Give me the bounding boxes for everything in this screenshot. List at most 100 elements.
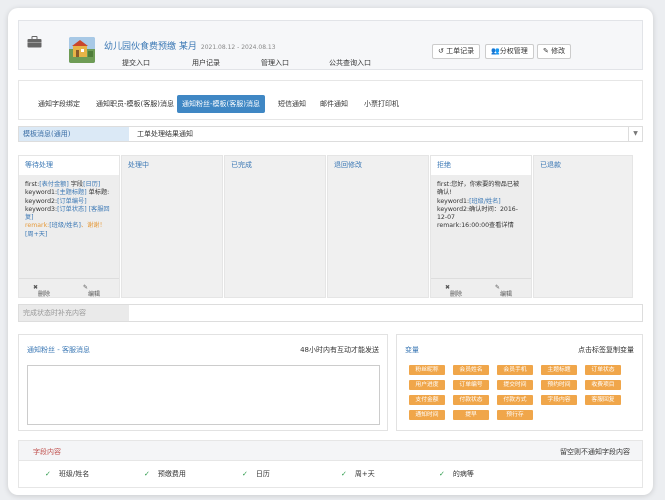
field-checkbox[interactable]: ✓ 预缴费用 xyxy=(144,469,186,479)
panel-hint: 48小时内有互动才能发送 xyxy=(300,346,379,354)
message-line: keyword1:[主题标题] 单标题: xyxy=(25,189,110,197)
variable-tag[interactable]: 付款状态 xyxy=(453,395,489,405)
status-column-rejected: 拒绝 first:您好，你索要的物品已被确认! keyword1:[班级/姓名] k… xyxy=(430,155,532,298)
column-title: 等待处理 xyxy=(25,161,53,169)
panel-title: 通知粉丝 - 客服消息 xyxy=(27,346,90,354)
variable-tag[interactable]: 会员姓名 xyxy=(453,365,489,375)
variable-tag[interactable]: 提交时间 xyxy=(497,380,533,390)
message-line: first:您好，你索要的物品已被确认! xyxy=(437,181,520,197)
tab-notify-staff[interactable]: 通知职员-模板(客服)消息 xyxy=(91,95,179,113)
panel-hint: 点击标签复制变量 xyxy=(578,346,634,354)
chevron-down-icon[interactable]: ▼ xyxy=(628,127,642,141)
column-title: 处理中 xyxy=(128,161,149,169)
message-line: remark:[班级/姓名]、谢谢！[周+天] xyxy=(25,222,106,238)
status-column-refunded: 已退款 xyxy=(533,155,633,298)
field-checkbox[interactable]: ✓ 周+天 xyxy=(341,469,375,479)
history-icon: ↺ xyxy=(438,47,447,55)
tab-field-binding[interactable]: 通知字段绑定 xyxy=(33,95,85,113)
column-title: 已退款 xyxy=(540,161,561,169)
field-content-section: 字段内容 留空则不通知字段内容 ✓ 班级/姓名 ✓ 预缴费用 ✓ 日历 ✓ 周+天 ✓ 的… xyxy=(18,440,643,488)
supplement-label: 完成状态时补充内容 xyxy=(19,305,129,321)
section-title: 字段内容 xyxy=(33,448,61,456)
status-column-processing: 处理中 xyxy=(121,155,223,298)
check-icon: ✓ xyxy=(242,470,248,478)
page-header: 幼儿园伙食费预缴 某月 2021.08.12 - 2024.08.13 提交入口 … xyxy=(18,20,643,70)
tab-receipt-printer[interactable]: 小票打印机 xyxy=(359,95,404,113)
message-line: keyword1:[班级/姓名] xyxy=(437,197,501,205)
variable-tag[interactable]: 支付金额 xyxy=(409,395,445,405)
edit-template-button[interactable]: ✎ 编辑 xyxy=(83,284,100,298)
message-preview: first:[表付金额] 字段[日历] keyword1:[主题标题] 单标题: k… xyxy=(19,175,119,280)
message-preview xyxy=(225,175,325,280)
variable-tag[interactable]: 订单状态 xyxy=(585,365,621,375)
edit-button[interactable]: ✎ 修改 xyxy=(537,44,572,59)
check-icon: ✓ xyxy=(144,470,150,478)
check-icon: ✓ xyxy=(439,470,445,478)
template-label: 模板消息(通用) xyxy=(19,127,129,141)
template-select-row[interactable]: 模板消息(通用) 工单处理结果通知 ▼ xyxy=(18,126,643,142)
tab-sms[interactable]: 短信通知 xyxy=(273,95,311,113)
section-hint: 留空则不通知字段内容 xyxy=(560,448,630,456)
variable-tag[interactable]: 会员手机 xyxy=(497,365,533,375)
message-line: remark:16:00:00查看详情 xyxy=(437,222,514,230)
variable-tag[interactable]: 收费项目 xyxy=(585,380,621,390)
message-line: keyword3:[订单状态] [客服回复] xyxy=(25,205,110,222)
project-thumbnail xyxy=(69,37,95,63)
date-range: 2021.08.12 - 2024.08.13 xyxy=(200,44,276,51)
check-icon: ✓ xyxy=(45,470,51,478)
column-title: 退回修改 xyxy=(334,161,362,169)
column-title: 已完成 xyxy=(231,161,252,169)
variable-tag[interactable]: 主题标题 xyxy=(541,365,577,375)
message-preview xyxy=(328,175,428,280)
nav-admin[interactable]: 管理入口 xyxy=(261,58,289,68)
delete-button[interactable]: ✖ 删除 xyxy=(33,284,50,298)
template-value[interactable]: 工单处理结果通知 xyxy=(137,127,193,141)
variable-tag[interactable]: 付款方式 xyxy=(497,395,533,405)
message-textarea[interactable] xyxy=(27,365,380,425)
nav-user-records[interactable]: 用户记录 xyxy=(192,58,220,68)
notify-fans-panel: 通知粉丝 - 客服消息 48小时内有互动才能发送 xyxy=(18,334,388,431)
variable-tag[interactable]: 订单编号 xyxy=(453,380,489,390)
variables-panel: 变量 点击标签复制变量 粉丝昵称 会员姓名 会员手机 主题标题 订单状态用户进度 订单编号… xyxy=(396,334,643,431)
message-preview xyxy=(122,175,222,280)
field-checkbox[interactable]: ✓ 的病等 xyxy=(439,469,474,479)
supplement-row[interactable]: 完成状态时补充内容 xyxy=(18,304,643,322)
edit-icon: ✎ xyxy=(543,47,552,55)
ticket-records-button[interactable]: ↺ 工单记录 xyxy=(432,44,481,59)
variable-tag[interactable]: 粉丝昵称 xyxy=(409,365,445,375)
column-title: 拒绝 xyxy=(437,161,451,169)
variable-tag[interactable]: 用户进度 xyxy=(409,380,445,390)
check-icon: ✓ xyxy=(341,470,347,478)
variable-tag[interactable]: 提早 xyxy=(453,410,489,420)
delete-button[interactable]: ✖ 删除 xyxy=(445,284,462,298)
variable-tag[interactable]: 预行存 xyxy=(497,410,533,420)
app-window: 幼儿园伙食费预缴 某月 2021.08.12 - 2024.08.13 提交入口 … xyxy=(8,8,653,495)
field-checkbox[interactable]: ✓ 日历 xyxy=(242,469,270,479)
status-column-completed: 已完成 xyxy=(224,155,326,298)
message-preview xyxy=(534,175,632,280)
variable-tag[interactable]: 预约时间 xyxy=(541,380,577,390)
column-footer: ✖ 删除 ✎ 编辑 xyxy=(431,278,531,298)
users-icon: 👥 xyxy=(491,47,500,55)
message-line: keyword2:确认时间：2016-12-07 xyxy=(437,205,518,222)
nav-public-query[interactable]: 公共查询入口 xyxy=(329,58,371,68)
briefcase-icon xyxy=(27,36,42,48)
panel-title: 变量 xyxy=(405,346,419,354)
tab-email[interactable]: 邮件通知 xyxy=(315,95,353,113)
permissions-button[interactable]: 👥分权管理 xyxy=(485,44,534,59)
status-column-returned: 退回修改 xyxy=(327,155,429,298)
variable-tag[interactable]: 通知时间 xyxy=(409,410,445,420)
variable-tag[interactable]: 客服回复 xyxy=(585,395,621,405)
field-checkbox[interactable]: ✓ 班级/姓名 xyxy=(45,469,89,479)
status-column-pending: 等待处理 first:[表付金额] 字段[日历] keyword1:[主题标题] … xyxy=(18,155,120,298)
message-line: keyword2:[订单编号] xyxy=(25,197,87,205)
column-footer: ✖ 删除 ✎ 编辑 xyxy=(19,278,119,298)
message-preview: first:您好，你索要的物品已被确认! keyword1:[班级/姓名] keyw… xyxy=(431,175,531,280)
edit-template-button[interactable]: ✎ 编辑 xyxy=(495,284,512,298)
tab-bar: 通知字段绑定 通知职员-模板(客服)消息 通知粉丝-模板(客服)消息 短信通知 … xyxy=(18,80,643,120)
tab-notify-fans[interactable]: 通知粉丝-模板(客服)消息 xyxy=(177,95,265,113)
section-header: 字段内容 留空则不通知字段内容 xyxy=(19,441,642,461)
variable-tag[interactable]: 字段内容 xyxy=(541,395,577,405)
page-title: 幼儿园伙食费预缴 某月 2021.08.12 - 2024.08.13 xyxy=(104,42,276,52)
nav-submit[interactable]: 提交入口 xyxy=(122,58,150,68)
